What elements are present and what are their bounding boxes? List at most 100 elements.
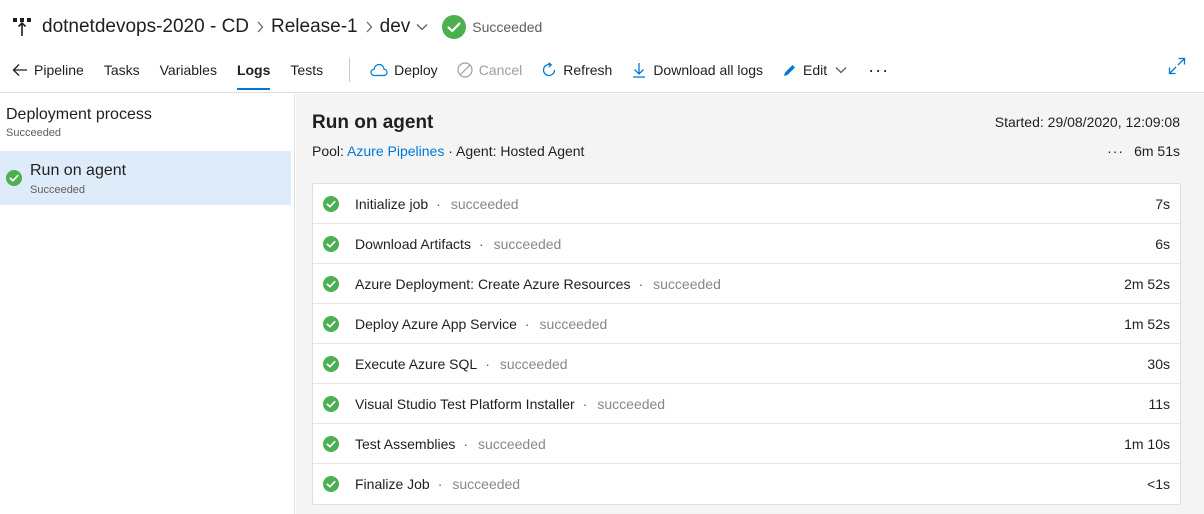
job-title: Run on agent <box>312 112 434 133</box>
cancel-icon <box>457 62 473 78</box>
task-row[interactable]: Test Assemblies · succeeded 1m 10s <box>313 424 1180 464</box>
download-all-logs-button[interactable]: Download all logs <box>631 52 763 88</box>
edit-button[interactable]: Edit <box>782 52 847 88</box>
tab-tasks[interactable]: Tasks <box>104 52 140 88</box>
status-text: Succeeded <box>472 19 543 35</box>
task-name: Azure Deployment: Create Azure Resources <box>355 276 631 292</box>
task-separator: · <box>638 276 644 292</box>
check-circle-icon <box>323 396 339 412</box>
phase-item-run-on-agent[interactable]: Run on agent Succeeded <box>0 151 291 205</box>
release-logs-page: dotnetdevops-2020 - CD Release-1 dev Suc… <box>0 0 1204 514</box>
task-name-wrap: Test Assemblies · succeeded <box>355 436 546 452</box>
deployment-process-title: Deployment process <box>6 106 152 123</box>
deployment-process-status: Succeeded <box>6 127 62 139</box>
chevron-right-icon <box>249 21 271 33</box>
agent-label: Agent: Hosted Agent <box>456 143 585 159</box>
arrow-left-icon <box>12 64 27 76</box>
more-horizontal-icon[interactable]: ··· <box>1107 143 1124 159</box>
download-label: Download all logs <box>653 62 764 78</box>
started-timestamp: Started: 29/08/2020, 12:09:08 <box>994 114 1180 130</box>
refresh-button[interactable]: Refresh <box>541 52 612 88</box>
tab-logs[interactable]: Logs <box>236 52 271 90</box>
task-name: Download Artifacts <box>355 236 471 252</box>
task-separator: · <box>485 356 490 372</box>
task-duration: 1m 10s <box>1124 436 1170 452</box>
task-name-wrap: Finalize Job · succeeded <box>355 476 520 492</box>
breadcrumb: dotnetdevops-2020 - CD Release-1 dev Suc… <box>12 12 542 42</box>
breadcrumb-pipeline[interactable]: dotnetdevops-2020 - CD <box>42 16 249 38</box>
back-label: Pipeline <box>34 62 84 78</box>
task-separator: · <box>436 196 441 212</box>
tab-variables[interactable]: Variables <box>160 52 217 88</box>
deploy-button[interactable]: Deploy <box>370 52 438 88</box>
check-circle-icon <box>442 15 467 39</box>
task-row[interactable]: Visual Studio Test Platform Installer · su… <box>313 384 1180 424</box>
chevron-down-icon <box>835 67 847 74</box>
task-duration: <1s <box>1147 476 1170 492</box>
refresh-icon <box>543 62 556 77</box>
cloud-icon <box>370 63 388 77</box>
status-badge: Succeeded <box>442 15 542 39</box>
task-row[interactable]: Download Artifacts · succeeded 6s <box>313 224 1180 264</box>
task-status: succeeded <box>452 476 521 492</box>
check-circle-icon <box>323 236 339 252</box>
task-status: succeeded <box>493 236 562 252</box>
expand-icon[interactable] <box>1168 57 1186 75</box>
task-name: Deploy Azure App Service <box>355 316 517 332</box>
breadcrumb-stage[interactable]: dev <box>380 16 411 38</box>
task-separator: · <box>463 436 469 452</box>
task-row[interactable]: Finalize Job · succeeded <1s <box>313 464 1180 504</box>
deploy-label: Deploy <box>394 62 438 78</box>
check-circle-icon <box>323 356 339 372</box>
task-status: succeeded <box>653 276 721 292</box>
check-circle-icon <box>323 276 339 292</box>
task-separator: · <box>478 236 484 252</box>
task-duration: 30s <box>1147 356 1170 372</box>
task-separator: · <box>437 476 443 492</box>
tab-tests[interactable]: Tests <box>290 52 323 88</box>
deployment-process-header[interactable]: Deployment process Succeeded <box>6 106 152 139</box>
task-duration: 11s <box>1148 396 1170 412</box>
task-name-wrap: Initialize job · succeeded <box>355 196 519 212</box>
cancel-button[interactable]: Cancel <box>457 52 523 88</box>
pool-separator: · <box>448 143 453 159</box>
task-duration: 1m 52s <box>1124 316 1170 332</box>
refresh-label: Refresh <box>563 62 613 78</box>
task-duration: 2m 52s <box>1124 276 1170 292</box>
more-horizontal-icon[interactable]: ··· <box>868 52 889 88</box>
chevron-down-icon[interactable] <box>416 23 428 31</box>
check-circle-icon <box>323 436 339 452</box>
toolbar-divider <box>349 58 351 82</box>
phase-item-status: Succeeded <box>30 184 86 196</box>
job-duration: ··· 6m 51s <box>1107 143 1180 159</box>
task-name-wrap: Deploy Azure App Service · succeeded <box>355 316 607 332</box>
check-circle-icon <box>323 196 339 212</box>
task-status: succeeded <box>450 196 519 212</box>
phase-item-title: Run on agent <box>30 162 127 179</box>
task-name-wrap: Visual Studio Test Platform Installer · su… <box>355 396 665 412</box>
task-duration: 7s <box>1155 196 1170 212</box>
chevron-right-icon <box>358 21 380 33</box>
task-name: Finalize Job <box>355 476 430 492</box>
task-status: succeeded <box>478 436 546 452</box>
task-name: Visual Studio Test Platform Installer <box>355 396 575 412</box>
cancel-label: Cancel <box>478 62 523 78</box>
task-duration: 6s <box>1155 236 1170 252</box>
toolbar: Pipeline Tasks Variables Logs Tests Depl… <box>12 50 889 90</box>
task-separator: · <box>582 396 588 412</box>
check-circle-icon <box>323 316 339 332</box>
task-status: succeeded <box>499 356 568 372</box>
task-row[interactable]: Deploy Azure App Service · succeeded 1m 52s <box>313 304 1180 344</box>
task-row[interactable]: Initialize job · succeeded 7s <box>313 184 1180 224</box>
back-to-pipeline-link[interactable]: Pipeline <box>12 52 84 88</box>
task-separator: · <box>524 316 530 332</box>
task-row[interactable]: Azure Deployment: Create Azure Resources… <box>313 264 1180 304</box>
task-row[interactable]: Execute Azure SQL · succeeded 30s <box>313 344 1180 384</box>
job-details-panel: Run on agent Started: 29/08/2020, 12:09:… <box>296 94 1204 514</box>
pool-info: Pool: Azure Pipelines · Agent: Hosted Ag… <box>312 143 584 159</box>
task-name-wrap: Azure Deployment: Create Azure Resources… <box>355 276 721 292</box>
pool-label: Pool: <box>312 143 344 159</box>
pool-link[interactable]: Azure Pipelines <box>347 143 444 159</box>
breadcrumb-release[interactable]: Release-1 <box>271 16 358 38</box>
task-name-wrap: Download Artifacts · succeeded <box>355 236 561 252</box>
